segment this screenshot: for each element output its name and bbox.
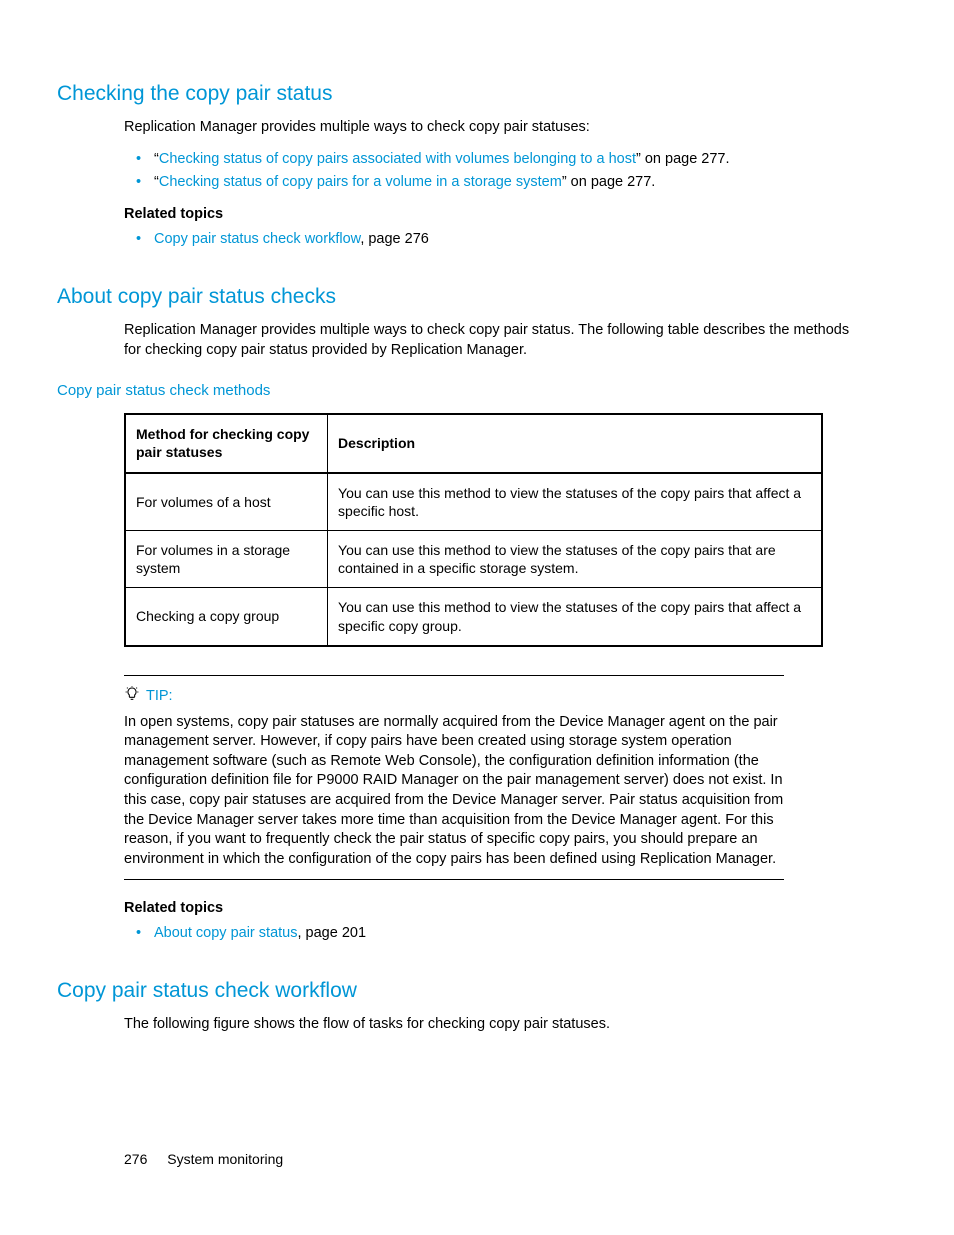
tip-block: TIP: In open systems, copy pair statuses…	[124, 675, 784, 881]
list-item: About copy pair status, page 201	[144, 922, 864, 945]
related-topics-heading: Related topics	[124, 900, 864, 916]
bullet-list: “Checking status of copy pairs associate…	[124, 148, 864, 194]
footer-section: System monitoring	[167, 1151, 283, 1167]
cell-method: For volumes of a host	[125, 473, 328, 531]
list-item: “Checking status of copy pairs for a vol…	[144, 171, 864, 194]
related-topics-list: Copy pair status check workflow, page 27…	[124, 228, 864, 251]
table-row: For volumes of a host You can use this m…	[125, 473, 822, 531]
tip-text: In open systems, copy pair statuses are …	[124, 713, 784, 870]
table-caption: Copy pair status check methods	[57, 382, 864, 399]
cell-method: Checking a copy group	[125, 588, 328, 646]
list-item: Copy pair status check workflow, page 27…	[144, 228, 864, 251]
intro-text: The following figure shows the flow of t…	[124, 1015, 864, 1035]
table-header-row: Method for checking copy pair statuses D…	[125, 414, 822, 472]
link-suffix: , page 201	[297, 925, 366, 941]
cell-description: You can use this method to view the stat…	[328, 588, 822, 646]
link-suffix: , page 276	[360, 231, 429, 247]
tip-label: TIP:	[146, 688, 173, 704]
col-header-description: Description	[328, 414, 822, 472]
table-row: For volumes in a storage system You can …	[125, 531, 822, 588]
related-topics-heading: Related topics	[124, 206, 864, 222]
page-number: 276	[124, 1151, 147, 1167]
link-workflow[interactable]: Copy pair status check workflow	[154, 231, 360, 247]
link-checking-host[interactable]: Checking status of copy pairs associated…	[159, 151, 636, 167]
list-item: “Checking status of copy pairs associate…	[144, 148, 864, 171]
heading-about-checks: About copy pair status checks	[57, 285, 864, 309]
col-header-method: Method for checking copy pair statuses	[125, 414, 328, 472]
cell-description: You can use this method to view the stat…	[328, 531, 822, 588]
tip-rule-bottom	[124, 879, 784, 880]
cell-method: For volumes in a storage system	[125, 531, 328, 588]
intro-text: Replication Manager provides multiple wa…	[124, 118, 864, 138]
link-about-status[interactable]: About copy pair status	[154, 925, 297, 941]
link-suffix: ” on page 277.	[636, 151, 730, 167]
cell-description: You can use this method to view the stat…	[328, 473, 822, 531]
page-footer: 276 System monitoring	[124, 1151, 283, 1167]
link-suffix: ” on page 277.	[562, 174, 656, 190]
tip-rule-top	[124, 675, 784, 676]
related-topics-list: About copy pair status, page 201	[124, 922, 864, 945]
methods-table: Method for checking copy pair statuses D…	[124, 413, 823, 647]
heading-checking-copy-pair-status: Checking the copy pair status	[57, 82, 864, 106]
link-checking-storage[interactable]: Checking status of copy pairs for a volu…	[159, 174, 562, 190]
table-row: Checking a copy group You can use this m…	[125, 588, 822, 646]
intro-text: Replication Manager provides multiple wa…	[124, 321, 864, 360]
lightbulb-icon	[124, 686, 140, 707]
heading-workflow: Copy pair status check workflow	[57, 979, 864, 1003]
